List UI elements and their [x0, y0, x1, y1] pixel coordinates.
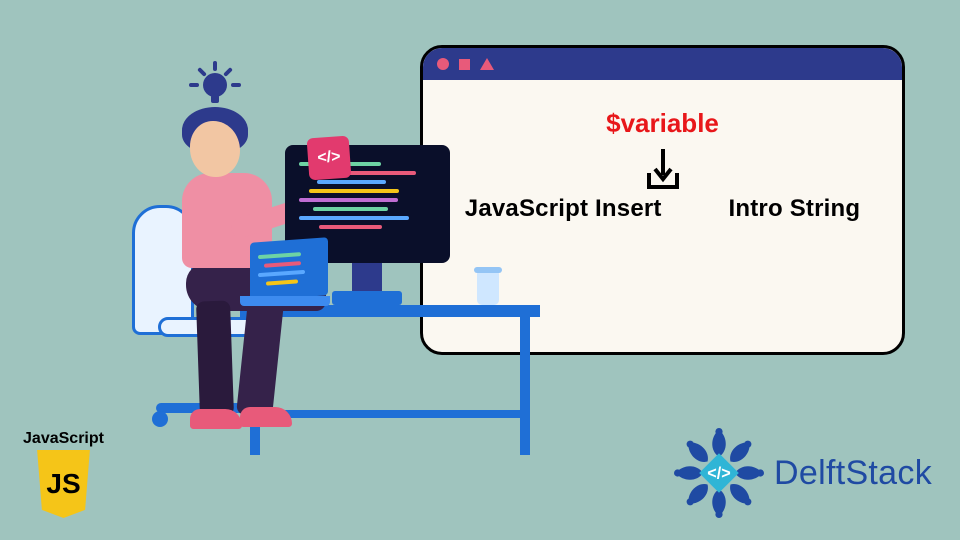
- insert-arrow-icon: [643, 147, 683, 189]
- variable-label: $variable: [423, 108, 902, 139]
- laptop: [250, 237, 328, 300]
- desk-crossbar: [250, 410, 530, 418]
- coffee-cup-lid: [474, 267, 502, 273]
- monitor-stand: [352, 263, 382, 293]
- coffee-cup: [477, 271, 499, 305]
- person-head: [190, 121, 240, 177]
- lightbulb-icon: [185, 55, 245, 115]
- chair-wheel: [152, 411, 168, 427]
- javascript-shield-icon: JS: [34, 450, 94, 518]
- javascript-label: JavaScript: [16, 430, 111, 448]
- delftstack-logo: </> DelftStack: [674, 428, 932, 518]
- svg-text:</>: </>: [707, 464, 730, 482]
- person-shoe: [240, 407, 292, 427]
- delftstack-mandala-icon: </>: [674, 428, 764, 518]
- concept-text-row: JavaScript Insert Intro String: [423, 195, 902, 223]
- window-content: $variable JavaScript Insert Intro String: [423, 80, 902, 223]
- person-leg: [196, 300, 234, 416]
- developer-illustration: </>: [90, 55, 490, 445]
- monitor-base: [332, 291, 402, 305]
- desk-leg: [520, 317, 530, 455]
- javascript-shield-text: JS: [46, 468, 80, 500]
- concept-text-right: Intro String: [729, 195, 861, 222]
- concept-text-left: JavaScript Insert: [465, 195, 662, 222]
- javascript-badge: JavaScript JS: [16, 430, 111, 518]
- code-tag-icon: </>: [307, 136, 352, 181]
- person-shoe: [190, 409, 242, 429]
- delftstack-brand-text: DelftStack: [774, 454, 932, 493]
- laptop-keyboard: [240, 296, 330, 306]
- window-titlebar: [423, 48, 902, 80]
